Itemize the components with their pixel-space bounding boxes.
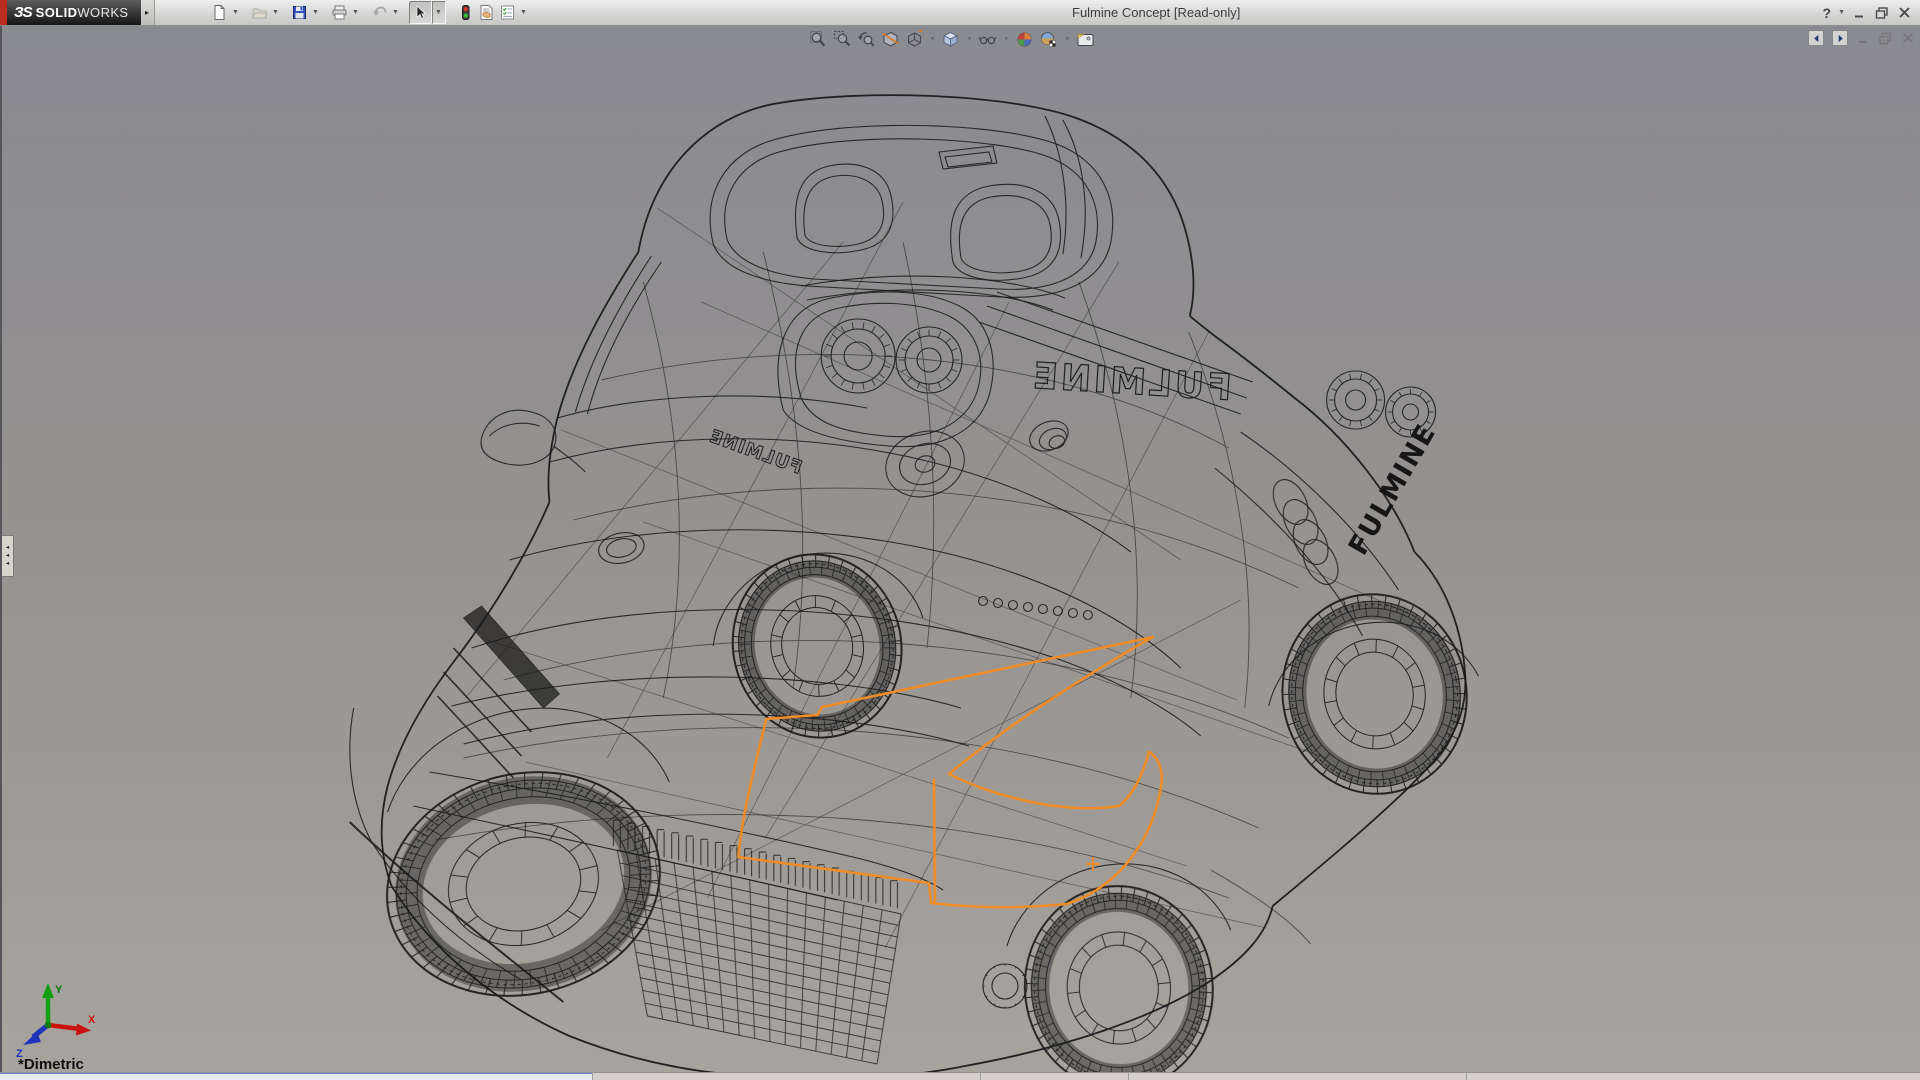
new-document-dropdown[interactable]: ▼ [230, 2, 242, 23]
previous-document-button[interactable] [1808, 30, 1824, 46]
print-icon [332, 5, 347, 20]
view-orientation-button[interactable] [904, 29, 924, 49]
save-button[interactable] [289, 2, 310, 23]
open-dropdown[interactable]: ▼ [270, 2, 282, 23]
help-button[interactable]: ? [1823, 5, 1832, 21]
status-divider [980, 1073, 981, 1080]
rear-right-wheel [1281, 593, 1468, 795]
restore-button[interactable] [1874, 5, 1890, 20]
zoom-to-fit-icon [809, 30, 825, 46]
help-dropdown[interactable]: ▼ [1838, 9, 1845, 16]
window-controls: ? ▼ [1823, 0, 1913, 25]
display-style-icon [943, 31, 959, 47]
graphics-area[interactable]: ▼ ▼ ▼ ▼ ◂ ◂ ◂ FULMINE FULMINE FULMINE Y … [0, 26, 1920, 1073]
view-orientation-icon [907, 29, 922, 47]
main-toolbar: ▼ ▼ ▼ ▼ ▼ ▼ ▼ [209, 1, 537, 24]
toolbar-separator: ▼ [929, 35, 936, 43]
front-left-wheel [386, 771, 661, 997]
section-view-icon [882, 31, 898, 46]
rear-fascia [777, 275, 1253, 448]
document-minimize-button[interactable] [1856, 31, 1870, 45]
zoom-to-area-icon [833, 30, 850, 46]
options-button[interactable] [497, 2, 518, 23]
zoom-to-area-button[interactable] [832, 29, 852, 49]
chevron-left-icon: ◂ [5, 543, 10, 551]
eyeglasses-icon [978, 36, 997, 44]
toolbar-separator: ▼ [965, 35, 973, 43]
undo-button[interactable] [369, 2, 390, 23]
feature-manager-collapsed-tab[interactable]: ◂ ◂ ◂ [2, 535, 14, 577]
save-icon [292, 6, 306, 19]
file-properties-icon [480, 5, 493, 20]
previous-view-icon [857, 31, 875, 47]
appearance-sphere-icon [1017, 32, 1032, 46]
hub-detail [982, 963, 1028, 1009]
edit-appearance-button[interactable] [1015, 29, 1035, 49]
solidworks-window: { "titlebar": { "logo_mark": "ЗS", "bran… [0, 0, 1920, 1080]
headsup-view-toolbar: ▼ ▼ ▼ ▼ [808, 29, 1096, 49]
undo-icon [372, 6, 387, 16]
view-settings-icon [1077, 33, 1094, 46]
status-message-area [0, 1073, 592, 1080]
rebuild-button[interactable] [455, 2, 476, 23]
document-title: Fulmine Concept [Read-only] [1072, 5, 1241, 20]
hide-show-items-button[interactable] [978, 29, 998, 49]
model-viewport[interactable]: FULMINE FULMINE FULMINE [2, 26, 1920, 1073]
toolbar-separator: ▼ [1002, 35, 1010, 43]
title-bar: ЗS SOLIDWORKS ▸ ▼ ▼ ▼ ▼ ▼ ▼ ▼ Fulmine Co… [0, 0, 1920, 26]
file-properties-button[interactable] [476, 2, 497, 23]
undo-dropdown[interactable]: ▼ [390, 2, 402, 23]
status-divider [1466, 1073, 1467, 1080]
model-name-left-sill: FULMINE [706, 426, 805, 479]
save-dropdown[interactable]: ▼ [310, 2, 322, 23]
y-axis-arrow [42, 983, 54, 998]
minimize-button[interactable] [1852, 5, 1867, 20]
scene-sphere-icon [1041, 31, 1057, 47]
model-name-right-flank: FULMINE [1343, 419, 1443, 561]
menu-expand-arrow[interactable]: ▸ [140, 0, 155, 25]
solidworks-logo: ЗS SOLIDWORKS [0, 0, 141, 25]
status-divider [592, 1073, 593, 1080]
section-view-button[interactable] [880, 29, 900, 49]
select-button[interactable] [408, 1, 432, 24]
arrow-right-icon [1838, 34, 1843, 42]
brand-text: SOLIDWORKS [35, 5, 129, 20]
open-folder-icon [251, 8, 268, 19]
x-axis-label: X [88, 1014, 96, 1026]
document-close-button[interactable] [1901, 31, 1915, 45]
toolbar-separator: ▼ [1063, 35, 1071, 43]
previous-view-button[interactable] [856, 29, 876, 49]
rebuild-traffic-light-icon [461, 5, 470, 20]
select-cursor-icon [416, 5, 426, 19]
chevron-left-icon: ◂ [5, 551, 10, 559]
view-orientation-label: *Dimetric [18, 1056, 84, 1073]
select-dropdown[interactable]: ▼ [431, 1, 446, 24]
options-checklist-icon [500, 5, 514, 20]
print-button[interactable] [329, 2, 350, 23]
status-bar [0, 1072, 1920, 1080]
construction-lines [465, 201, 1419, 949]
display-style-button[interactable] [941, 29, 961, 49]
new-document-icon [214, 5, 225, 20]
print-dropdown[interactable]: ▼ [350, 2, 362, 23]
status-divider [1128, 1073, 1129, 1080]
close-button[interactable] [1897, 5, 1912, 20]
logo-mark: ЗS [14, 4, 33, 21]
open-button[interactable] [249, 2, 270, 23]
apply-scene-button[interactable] [1039, 29, 1059, 49]
next-document-button[interactable] [1832, 30, 1848, 46]
document-window-controls [1808, 30, 1915, 46]
zoom-to-fit-button[interactable] [808, 29, 828, 49]
chevron-left-icon: ◂ [5, 560, 10, 568]
arrow-left-icon [1813, 34, 1818, 42]
orientation-triad: Y X Z [16, 983, 96, 1059]
options-dropdown[interactable]: ▼ [518, 2, 530, 23]
document-restore-button[interactable] [1878, 31, 1893, 45]
rear-light-right [1326, 370, 1386, 430]
model-lettering: FULMINE FULMINE FULMINE [706, 355, 1443, 561]
body-panel-lines [348, 395, 1479, 1003]
view-settings-button[interactable] [1076, 29, 1096, 49]
new-document-button[interactable] [209, 2, 230, 23]
y-axis-label: Y [55, 984, 63, 996]
